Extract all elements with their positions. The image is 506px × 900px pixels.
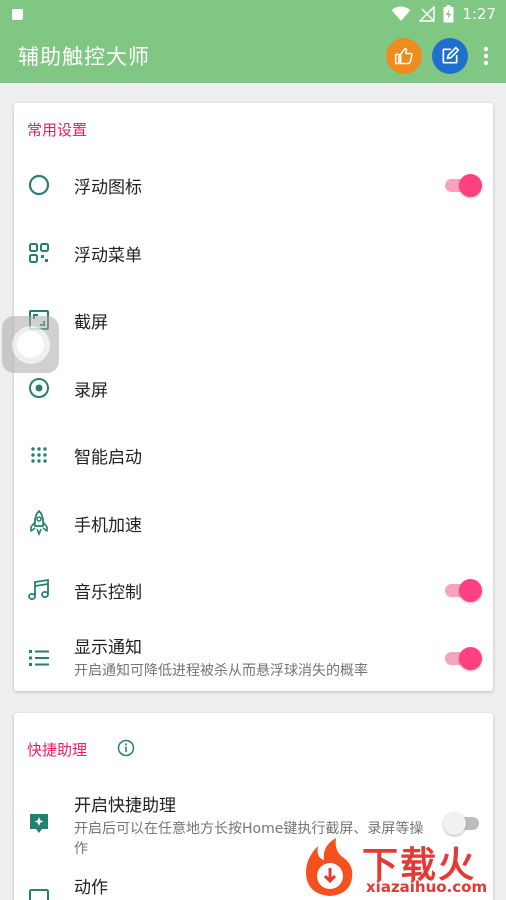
apps-grid-icon bbox=[26, 442, 52, 468]
record-icon bbox=[26, 375, 52, 401]
common-settings-card: 常用设置 浮动图标 浮动菜单 截屏 录屏 智能启动 手机加速 音乐控制 显示通知… bbox=[14, 103, 493, 691]
music-control-switch[interactable] bbox=[443, 577, 483, 603]
wifi-icon bbox=[391, 6, 411, 21]
row-music-control[interactable]: 音乐控制 bbox=[14, 560, 493, 620]
like-button[interactable] bbox=[386, 37, 422, 74]
row-label: 浮动图标 bbox=[74, 177, 142, 198]
app-title: 辅助触控大师 bbox=[18, 44, 150, 69]
edit-button[interactable] bbox=[432, 37, 468, 74]
flame-logo-icon bbox=[306, 838, 353, 896]
battery-icon bbox=[443, 5, 454, 23]
action-icon bbox=[26, 885, 52, 900]
row-label: 手机加速 bbox=[74, 515, 142, 536]
row-screenshot[interactable]: 截屏 bbox=[14, 290, 493, 350]
quick-assistant-switch[interactable] bbox=[443, 810, 483, 836]
row-screen-record[interactable]: 录屏 bbox=[14, 358, 493, 418]
more-vert-icon bbox=[483, 46, 489, 65]
info-icon[interactable] bbox=[117, 739, 135, 761]
status-time: 1:27 bbox=[462, 5, 496, 23]
assistant-icon bbox=[26, 811, 52, 837]
row-phone-boost[interactable]: 手机加速 bbox=[14, 493, 493, 553]
more-options-button[interactable] bbox=[472, 36, 500, 76]
row-smart-launch[interactable]: 智能启动 bbox=[14, 425, 493, 485]
row-label: 显示通知 bbox=[74, 638, 142, 658]
section-title-common: 常用设置 bbox=[27, 121, 88, 139]
floating-icon-switch[interactable] bbox=[443, 172, 483, 198]
show-notification-switch[interactable] bbox=[443, 645, 483, 671]
row-label: 音乐控制 bbox=[74, 582, 142, 603]
row-floating-menu[interactable]: 浮动菜单 bbox=[14, 223, 493, 283]
row-label: 浮动菜单 bbox=[74, 245, 142, 266]
row-label: 开启快捷助理 bbox=[74, 796, 176, 816]
watermark-url: xiazaihuo.com bbox=[366, 878, 488, 896]
music-note-icon bbox=[26, 577, 52, 603]
row-label: 截屏 bbox=[74, 312, 108, 333]
row-floating-icon[interactable]: 浮动图标 bbox=[14, 155, 493, 215]
list-icon bbox=[26, 645, 52, 671]
signal-icon bbox=[419, 6, 436, 22]
floating-assistive-ball[interactable] bbox=[2, 316, 59, 373]
thumbs-up-icon bbox=[394, 47, 413, 64]
rocket-icon bbox=[26, 510, 52, 536]
section-title-quick: 快捷助理 bbox=[27, 741, 88, 759]
watermark: 下载火 xiazaihuo.com bbox=[300, 836, 502, 898]
notification-icon bbox=[12, 8, 23, 20]
app-bar: 辅助触控大师 bbox=[0, 28, 506, 83]
edit-icon bbox=[442, 46, 460, 63]
status-bar: 1:27 bbox=[0, 0, 506, 28]
row-label: 动作 bbox=[74, 878, 108, 898]
row-subtitle: 开启通知可降低进程被杀从而悬浮球消失的概率 bbox=[74, 663, 368, 679]
row-show-notification[interactable]: 显示通知 开启通知可降低进程被杀从而悬浮球消失的概率 bbox=[14, 625, 493, 691]
row-label: 录屏 bbox=[74, 380, 108, 401]
row-label: 智能启动 bbox=[74, 447, 142, 468]
grid-menu-icon bbox=[26, 240, 52, 266]
circle-outline-icon bbox=[26, 172, 52, 198]
